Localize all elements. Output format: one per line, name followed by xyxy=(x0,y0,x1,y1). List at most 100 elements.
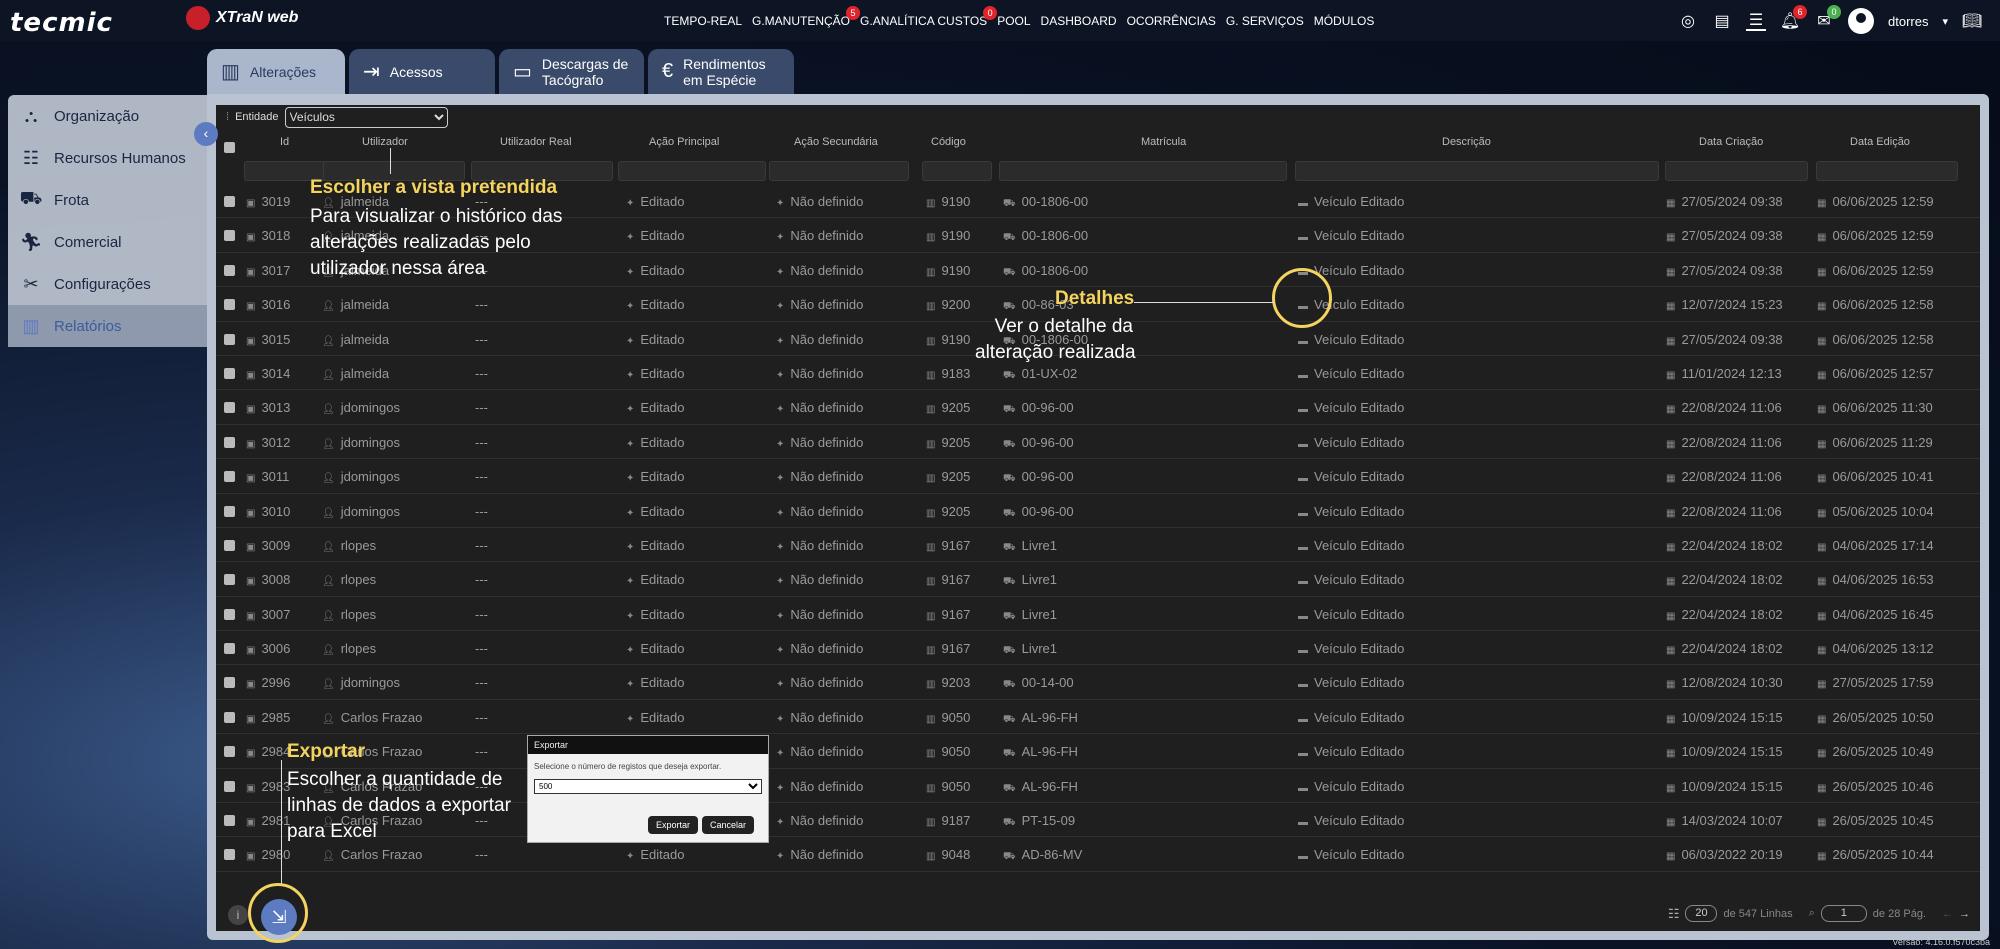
column-header[interactable]: Data Edição xyxy=(1850,136,1910,148)
nav-item-7[interactable]: MÓDULOS xyxy=(1314,14,1375,28)
nav-item-4[interactable]: DASHBOARD xyxy=(1041,14,1117,28)
row-checkbox[interactable] xyxy=(224,539,235,551)
tab-1[interactable]: ⇥ Acessos xyxy=(349,49,495,94)
table-row[interactable]: ▣ 2996 👤︎ jdomingos --- ✦ Editado ✦ Não definido… xyxy=(216,665,1980,700)
export-cancel-button[interactable]: Cancelar xyxy=(701,816,754,834)
nav-item-3[interactable]: POOL xyxy=(997,14,1030,28)
column-header[interactable]: Ação Principal xyxy=(649,136,719,148)
sliders-icon[interactable]: ☰ xyxy=(1746,11,1766,31)
tab-2[interactable]: ▭ Descargas de Tacógrafo xyxy=(499,49,644,94)
column-filter-input[interactable] xyxy=(1665,161,1808,181)
select-all-checkbox[interactable] xyxy=(224,142,235,153)
row-checkbox[interactable] xyxy=(224,677,235,689)
row-checkbox[interactable] xyxy=(224,196,235,207)
nav-item-2[interactable]: G.ANALÍTICA CUSTOS 0 xyxy=(860,6,998,28)
column-header[interactable]: Data Criação xyxy=(1699,136,1763,148)
row-checkbox[interactable] xyxy=(224,746,235,758)
column-filter-input[interactable] xyxy=(769,161,909,181)
description-cell[interactable]: ▬ Veículo Editado xyxy=(1298,847,1404,862)
tab-3[interactable]: € Rendimentos em Espécie xyxy=(648,49,794,94)
table-row[interactable]: ▣2984👤︎Carlos Frazao---✦Editado✦Não defi… xyxy=(216,734,1980,769)
book-icon[interactable]: 📖︎ xyxy=(1962,11,1982,31)
drag-handle-icon[interactable]: ⁞ xyxy=(226,111,229,123)
sidebar-item-2[interactable]: ⛟ Frota xyxy=(8,179,208,221)
row-checkbox[interactable] xyxy=(224,780,235,792)
table-row[interactable]: ▣ 3006 👤︎ rlopes --- ✦ Editado ✦ Não definido ▥ 91… xyxy=(216,631,1980,666)
column-filter-input[interactable] xyxy=(999,161,1287,181)
row-checkbox[interactable] xyxy=(224,643,235,655)
description-cell[interactable]: ▬ Veículo Editado xyxy=(1298,675,1404,690)
export-quantity-select[interactable]: 500 xyxy=(534,779,762,794)
row-checkbox[interactable] xyxy=(224,264,235,276)
description-cell[interactable]: ▬ Veículo Editado xyxy=(1298,607,1404,622)
description-cell[interactable]: ▬ Veículo Editado xyxy=(1298,435,1404,450)
row-checkbox[interactable] xyxy=(224,436,235,448)
description-cell[interactable]: ▬ Veículo Editado xyxy=(1298,366,1404,381)
bell-icon[interactable]: 🔔︎ 6 xyxy=(1780,5,1807,31)
table-row[interactable]: ▣ 3009 👤︎ rlopes --- ✦ Editado ✦ Não definido ▥ 91… xyxy=(216,528,1980,563)
description-cell[interactable]: ▬ Veículo Editado xyxy=(1298,228,1404,243)
description-cell[interactable]: ▬ Veículo Editado xyxy=(1298,710,1404,725)
chevron-down-icon[interactable]: ▾ xyxy=(1942,15,1948,28)
table-row[interactable]: ▣ 3010 👤︎ jdomingos --- ✦ Editado ✦ Não definido… xyxy=(216,494,1980,528)
description-cell[interactable]: ▬ Veículo Editado xyxy=(1298,744,1404,759)
column-filter-input[interactable] xyxy=(618,161,766,181)
description-cell[interactable]: ▬ Veículo Editado xyxy=(1298,469,1404,484)
envelope-icon[interactable]: ✉ 0 xyxy=(1814,5,1841,31)
description-cell[interactable]: ▬ Veículo Editado xyxy=(1298,779,1404,794)
collapse-sidebar-button[interactable]: ‹ xyxy=(194,122,218,146)
description-cell[interactable]: ▬ Veículo Editado xyxy=(1298,641,1404,656)
nav-item-5[interactable]: OCORRÊNCIAS xyxy=(1127,14,1216,28)
tecmic-logo[interactable]: tecmic xyxy=(10,8,113,38)
table-row[interactable]: ▣ 2985 👤︎ Carlos Frazao --- ✦ Editado ✦ Não defi… xyxy=(216,700,1980,735)
page-input[interactable]: 1 xyxy=(1820,905,1867,922)
avatar[interactable] xyxy=(1848,8,1874,34)
column-header[interactable]: Descrição xyxy=(1442,136,1491,148)
row-checkbox[interactable] xyxy=(224,367,235,379)
entity-select[interactable]: Veículos xyxy=(284,106,448,128)
column-header[interactable]: Matrícula xyxy=(1141,136,1186,148)
column-filter-input[interactable] xyxy=(1295,161,1659,181)
column-filter-input[interactable] xyxy=(922,161,992,181)
row-checkbox[interactable] xyxy=(224,402,235,414)
row-checkbox[interactable] xyxy=(224,333,235,345)
prev-page-icon[interactable]: ← xyxy=(1942,908,1953,920)
nav-item-6[interactable]: G. SERVIÇOS xyxy=(1226,14,1304,28)
row-checkbox[interactable] xyxy=(224,711,235,723)
list-icon[interactable]: ☷ xyxy=(1668,906,1680,922)
row-checkbox[interactable] xyxy=(224,230,235,242)
export-confirm-button[interactable]: Exportar xyxy=(647,816,698,834)
nav-item-1[interactable]: G.MANUTENÇÃO 5 xyxy=(752,6,861,28)
xtran-logo[interactable]: XTraN web xyxy=(186,6,298,30)
row-checkbox[interactable] xyxy=(224,815,235,827)
column-header[interactable]: Ação Secundária xyxy=(794,136,878,148)
row-checkbox[interactable] xyxy=(224,299,235,311)
column-header[interactable]: Utilizador Real xyxy=(500,136,572,148)
column-header[interactable]: Id xyxy=(280,136,289,148)
sidebar-item-3[interactable]: 🏃︎ Comercial xyxy=(8,221,208,263)
sidebar-item-5[interactable]: ▥ Relatórios xyxy=(8,305,208,347)
table-row[interactable]: ▣ 3012 👤︎ jdomingos --- ✦ Editado ✦ Não definido… xyxy=(216,425,1980,460)
column-header[interactable]: Código xyxy=(931,136,966,148)
description-cell[interactable]: ▬ Veículo Editado xyxy=(1298,538,1404,553)
speedometer-icon[interactable]: ◎ xyxy=(1678,11,1698,31)
document-icon[interactable]: ▤ xyxy=(1712,11,1732,31)
tab-0[interactable]: ▥ Alterações xyxy=(207,49,345,94)
description-cell[interactable]: ▬ Veículo Editado xyxy=(1298,332,1404,347)
description-cell[interactable]: ▬ Veículo Editado xyxy=(1298,504,1404,519)
row-checkbox[interactable] xyxy=(224,505,235,517)
next-page-icon[interactable]: → xyxy=(1959,908,1970,920)
info-button[interactable]: i xyxy=(228,905,248,925)
table-row[interactable]: ▣ 3013 👤︎ jdomingos --- ✦ Editado ✦ Não definido… xyxy=(216,390,1980,425)
description-cell[interactable]: ▬ Veículo Editado xyxy=(1298,813,1404,828)
row-checkbox[interactable] xyxy=(224,471,235,483)
nav-item-0[interactable]: TEMPO-REAL xyxy=(664,14,742,28)
table-row[interactable]: ▣ 3011 👤︎ jdomingos --- ✦ Editado ✦ Não definido… xyxy=(216,459,1980,494)
page-size-select[interactable]: 20 xyxy=(1685,905,1718,922)
sidebar-item-1[interactable]: ☷ Recursos Humanos xyxy=(8,137,208,179)
description-cell[interactable]: ▬ Veículo Editado xyxy=(1298,572,1404,587)
sidebar-item-0[interactable]: ⛬ Organização xyxy=(8,95,208,137)
sidebar-item-4[interactable]: ✂ Configurações xyxy=(8,263,208,305)
username[interactable]: dtorres xyxy=(1888,14,1928,29)
table-row[interactable]: ▣ 3008 👤︎ rlopes --- ✦ Editado ✦ Não definido ▥ 91… xyxy=(216,562,1980,597)
